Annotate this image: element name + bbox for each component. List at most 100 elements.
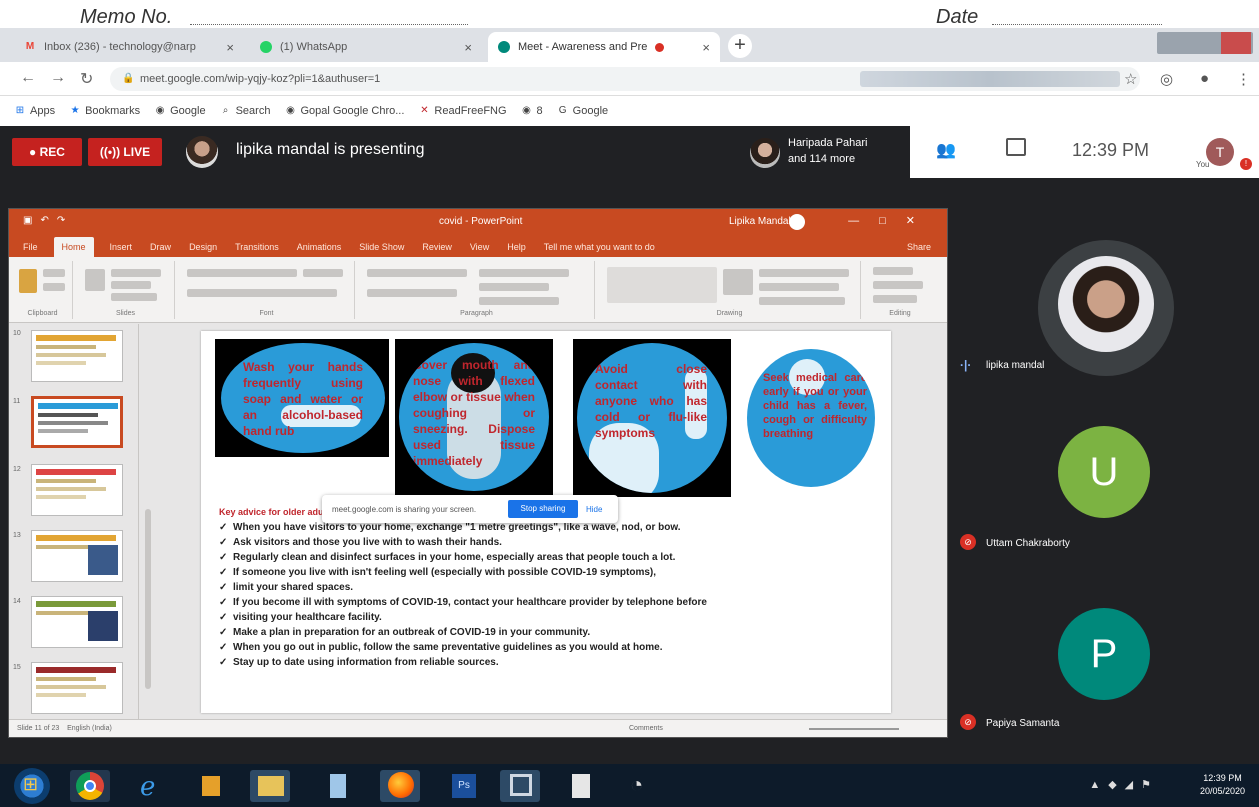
url-text: meet.google.com/wip-yqjy-koz?pli=1&authu… xyxy=(140,73,381,85)
bookmark-star-icon[interactable]: ☆ xyxy=(1124,70,1137,88)
system-tray-icons[interactable]: ▲◆◢⚑ xyxy=(1089,778,1159,791)
bookmark-gopal[interactable]: ◉ Gopal Google Chro... xyxy=(284,105,404,117)
tab-help[interactable]: Help xyxy=(505,242,528,257)
ie-taskbar-icon[interactable]: e xyxy=(130,770,170,802)
speaking-icon: ·|· xyxy=(960,358,972,372)
bookmark-search[interactable]: ⌕ Search xyxy=(220,105,271,117)
zoom-slider[interactable] xyxy=(809,728,899,730)
close-icon[interactable]: × xyxy=(220,40,234,55)
tab-home[interactable]: Home xyxy=(53,237,94,257)
bookmark-bookmarks[interactable]: ★ Bookmarks xyxy=(69,105,141,117)
notepad-taskbar-icon[interactable] xyxy=(318,770,358,802)
profile-icon[interactable]: ● xyxy=(1200,70,1209,87)
user-avatar[interactable]: T xyxy=(1206,138,1234,166)
slide-thumbnail[interactable] xyxy=(31,662,123,714)
slide-thumbnail[interactable] xyxy=(31,464,123,516)
start-button[interactable] xyxy=(14,768,50,804)
ribbon-group-paragraph[interactable]: Paragraph xyxy=(359,261,595,319)
tab-whatsapp[interactable]: (1) WhatsApp × xyxy=(250,32,482,62)
slide-thumbnail[interactable] xyxy=(31,530,123,582)
media-taskbar-icon[interactable] xyxy=(190,770,230,802)
ppt-window-controls[interactable]: —□✕ xyxy=(848,214,935,227)
tab-animations[interactable]: Animations xyxy=(295,242,344,257)
close-icon[interactable]: × xyxy=(696,40,710,55)
slide-thumbnails: 10 11 12 13 14 15 xyxy=(9,324,139,720)
bookmark-icon: ✕ xyxy=(420,105,429,116)
gauge-taskbar-icon[interactable]: ◔ xyxy=(620,770,660,802)
slide-image-contact: Avoid close contact with anyone who has … xyxy=(573,339,731,497)
menu-icon[interactable]: ⋮ xyxy=(1236,70,1251,88)
bookmark-google[interactable]: ◉ Google xyxy=(154,105,206,117)
firefox-taskbar-icon[interactable] xyxy=(380,770,420,802)
close-window-icon[interactable] xyxy=(1221,32,1251,54)
tab-meet[interactable]: Meet - Awareness and Pre × xyxy=(488,32,720,62)
bookmark-8[interactable]: ◉ 8 xyxy=(521,105,543,117)
ribbon-group-slides[interactable]: Slides xyxy=(77,261,175,319)
circle-cough: Cover mouth and nose with flexed elbow o… xyxy=(399,343,549,491)
stop-sharing-button[interactable]: Stop sharing xyxy=(508,500,578,518)
document-taskbar-icon[interactable] xyxy=(560,770,600,802)
slide-thumbnail-selected[interactable] xyxy=(31,396,123,448)
live-badge[interactable]: ((•)) LIVE xyxy=(88,138,162,166)
extension-icons[interactable] xyxy=(860,71,1120,87)
tab-view[interactable]: View xyxy=(468,242,491,257)
slide-image-handwash: Wash your hands frequently using soap an… xyxy=(215,339,389,457)
tab-file[interactable]: File xyxy=(21,242,40,257)
tab-slide-show[interactable]: Slide Show xyxy=(357,242,406,257)
recording-indicator-icon xyxy=(655,42,665,52)
tab-gmail[interactable]: M Inbox (236) - technology@narp × xyxy=(14,32,244,62)
hide-button[interactable]: Hide xyxy=(586,505,602,514)
bookmark-google-2[interactable]: G Google xyxy=(557,105,608,117)
ppt-ribbon: Clipboard Slides Font Paragraph Drawing … xyxy=(9,257,947,323)
advice-list: Key advice for older adults and people w… xyxy=(219,507,879,670)
ribbon-group-font[interactable]: Font xyxy=(179,261,355,319)
close-icon[interactable]: × xyxy=(458,40,472,55)
rec-badge[interactable]: ● REC xyxy=(12,138,82,166)
forward-icon[interactable]: → xyxy=(50,69,66,87)
thumbnail-scrollbar[interactable] xyxy=(145,509,151,689)
new-tab-button[interactable]: + xyxy=(728,34,752,58)
tab-transitions[interactable]: Transitions xyxy=(233,242,281,257)
uttam-avatar[interactable]: U xyxy=(1058,426,1150,518)
extension-icon[interactable]: ◎ xyxy=(1160,70,1173,88)
ribbon-group-drawing[interactable]: Drawing xyxy=(599,261,861,319)
window-taskbar-icon[interactable] xyxy=(500,770,540,802)
people-icon[interactable]: 👥 xyxy=(936,140,956,160)
maximize-icon[interactable] xyxy=(1191,32,1219,54)
participants-summary[interactable]: Haripada Pahari and 114 more xyxy=(788,135,908,167)
ribbon-group-editing[interactable]: Editing xyxy=(865,261,935,319)
address-bar: ← → ↻ 🔒 meet.google.com/wip-yqjy-koz?pli… xyxy=(0,62,1259,96)
ribbon-group-clipboard[interactable]: Clipboard xyxy=(13,261,73,319)
bookmark-apps[interactable]: ⊞ Apps xyxy=(14,105,55,117)
tab-draw[interactable]: Draw xyxy=(148,242,173,257)
share-button[interactable]: Share xyxy=(905,242,933,257)
minimize-icon[interactable] xyxy=(1161,32,1189,54)
globe-icon: ◉ xyxy=(155,105,165,116)
memo-no-line xyxy=(190,24,468,25)
chat-icon[interactable] xyxy=(1006,138,1026,156)
quick-access-icons[interactable]: ▣↶↷ xyxy=(23,215,73,226)
you-label: You xyxy=(1196,160,1210,169)
explorer-taskbar-icon[interactable] xyxy=(250,770,290,802)
bookmark-readfree[interactable]: ✕ ReadFreeFNG xyxy=(418,105,506,117)
tab-review[interactable]: Review xyxy=(420,242,454,257)
tell-me-input[interactable]: Tell me what you want to do xyxy=(542,242,657,257)
slide-thumbnail[interactable] xyxy=(31,596,123,648)
papiya-avatar[interactable]: P xyxy=(1058,608,1150,700)
taskbar-clock[interactable]: 12:39 PM 20/05/2020 xyxy=(1200,772,1245,798)
meet-icon xyxy=(498,41,510,53)
memo-header: Memo No. Date xyxy=(0,0,1259,28)
participant-name: lipika mandal xyxy=(986,360,1045,371)
tab-insert[interactable]: Insert xyxy=(108,242,135,257)
advice-item: If you become ill with symptoms of COVID… xyxy=(219,595,879,610)
window-controls[interactable] xyxy=(1157,32,1253,54)
back-icon[interactable]: ← xyxy=(20,69,36,87)
slide-thumbnail[interactable] xyxy=(31,330,123,382)
comments-button[interactable]: Comments xyxy=(629,725,663,732)
chrome-taskbar-icon[interactable] xyxy=(70,770,110,802)
reload-icon[interactable]: ↻ xyxy=(80,69,93,89)
photoshop-taskbar-icon[interactable]: Ps xyxy=(444,770,484,802)
ppt-user-avatar[interactable] xyxy=(789,214,805,230)
lipika-avatar[interactable] xyxy=(1038,240,1174,376)
tab-design[interactable]: Design xyxy=(187,242,219,257)
